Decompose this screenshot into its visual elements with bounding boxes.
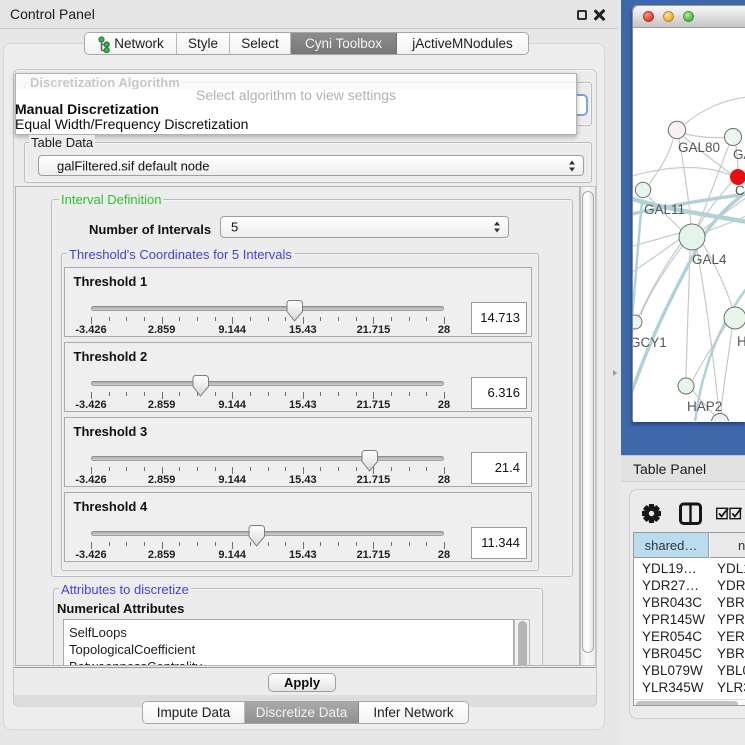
svg-text:GAL11: GAL11 xyxy=(644,202,685,217)
svg-text:GA: GA xyxy=(733,147,745,162)
svg-text:C: C xyxy=(735,183,745,198)
svg-text:H: H xyxy=(737,334,745,349)
svg-text:GAL4: GAL4 xyxy=(692,252,727,267)
svg-text:GCY1: GCY1 xyxy=(633,335,667,350)
svg-text:HAP2: HAP2 xyxy=(687,399,722,414)
svg-text:GAL80: GAL80 xyxy=(678,140,720,155)
